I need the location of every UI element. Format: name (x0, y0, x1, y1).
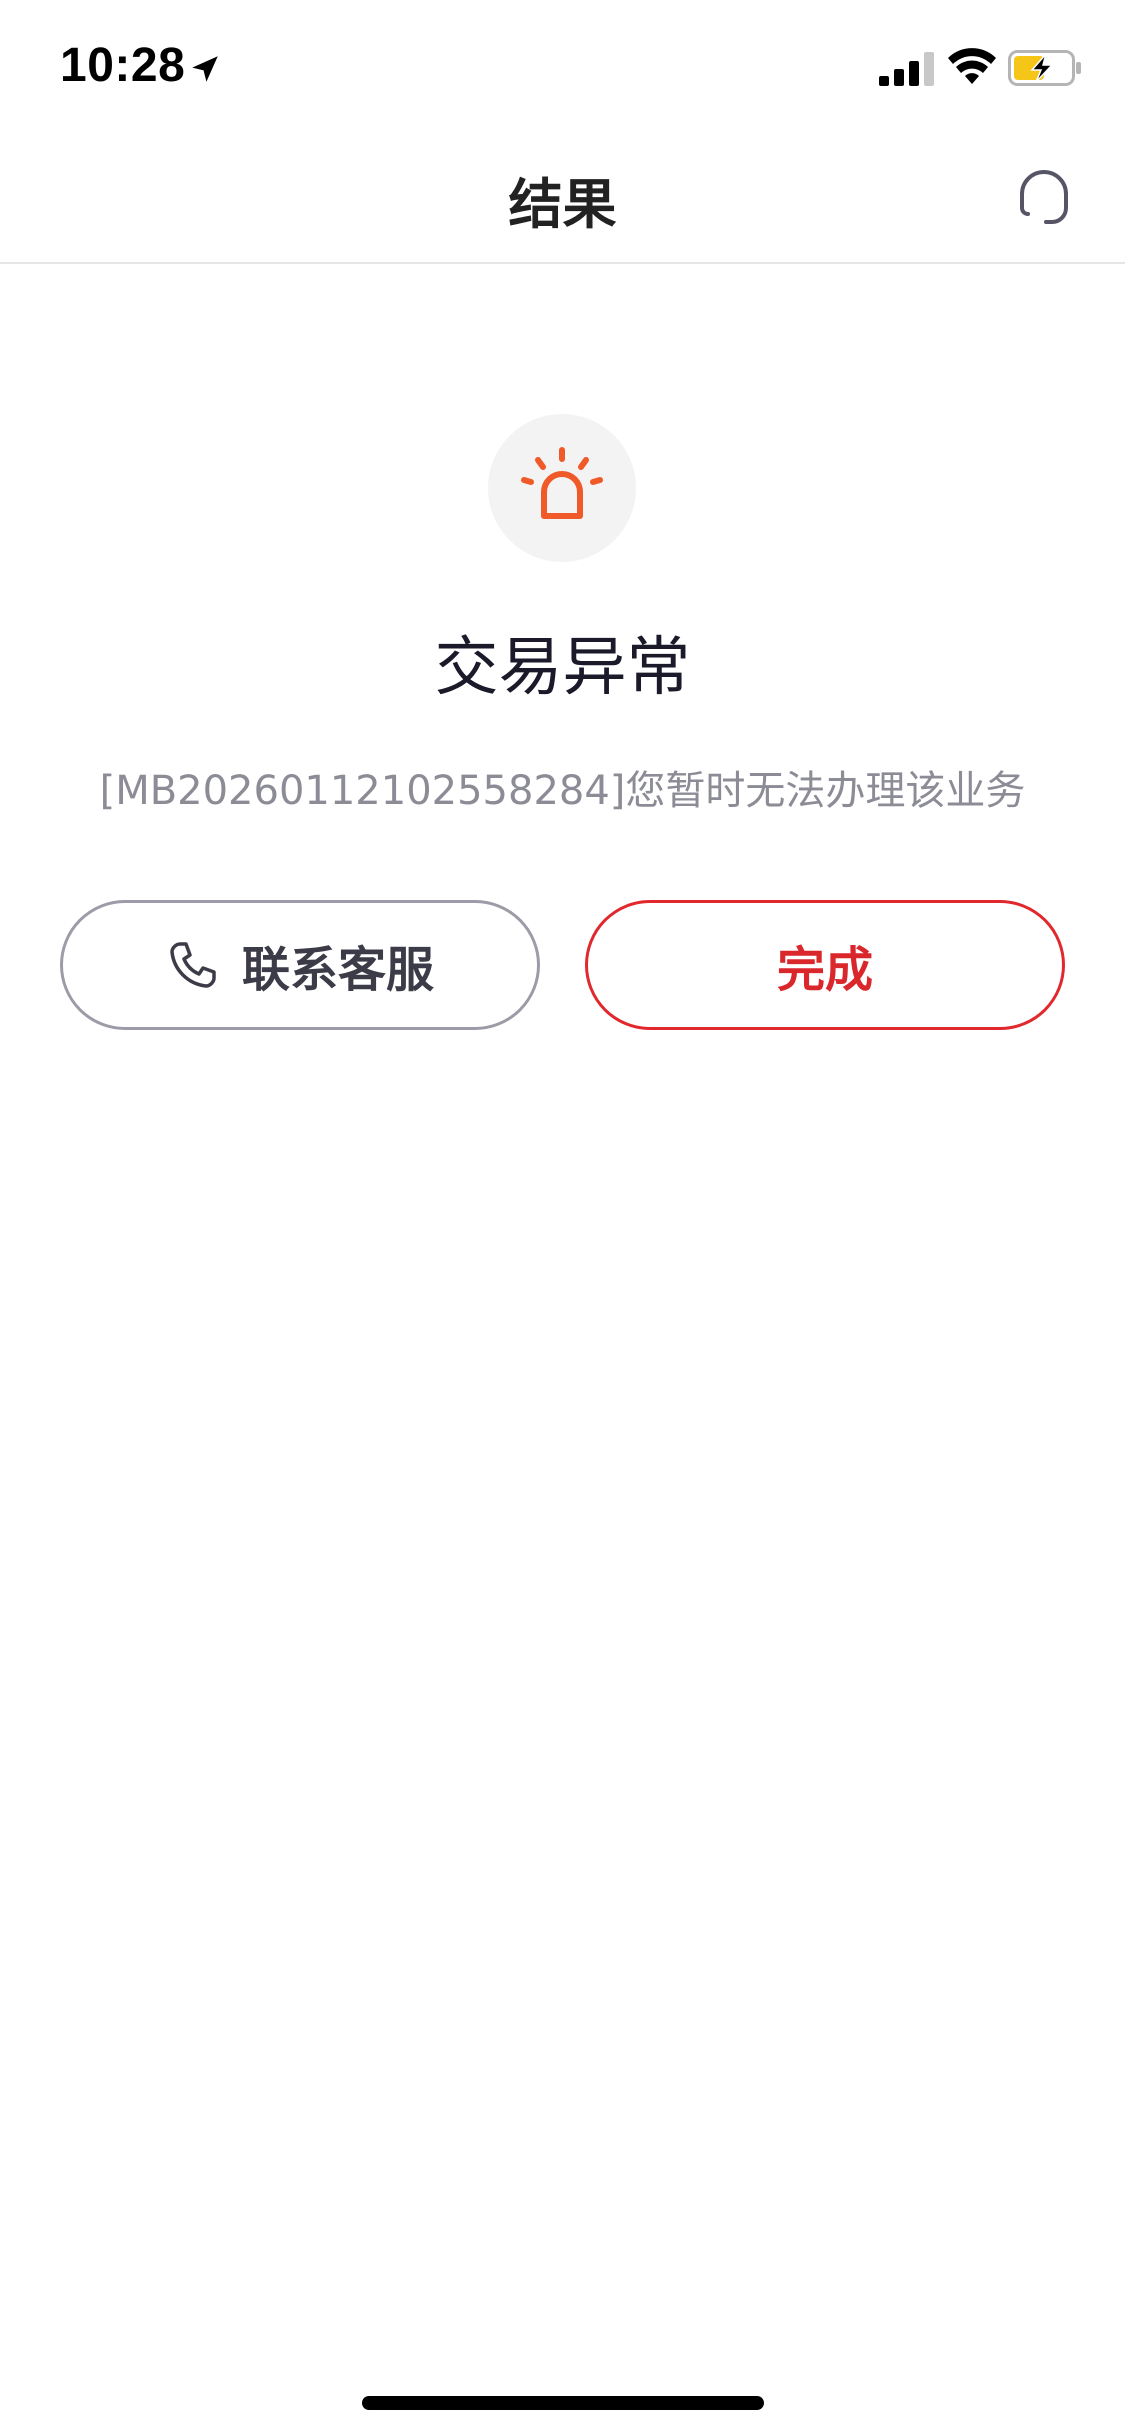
result-message: [MB20260112102558284]您暂时无法办理该业务 (99, 768, 1026, 814)
result-title: 交易异常 (434, 631, 691, 705)
page-title: 结果 (508, 173, 617, 236)
status-icon-circle (488, 414, 636, 562)
done-label: 完成 (776, 942, 873, 998)
result-screen: 10:28 结果 交易异常 [MB20260112102558284]您暂时无法… (0, 0, 1125, 2436)
done-button[interactable]: 完成 (585, 900, 1065, 1030)
status-time: 10:28 (60, 39, 186, 92)
home-indicator[interactable] (362, 2396, 764, 2410)
contact-support-button[interactable]: 联系客服 (60, 900, 540, 1030)
status-bar: 10:28 (0, 0, 1125, 132)
cellular-signal-icon (879, 52, 934, 86)
navigation-bar: 结果 (0, 132, 1125, 264)
location-arrow-icon (192, 56, 218, 82)
customer-service-headset-icon[interactable] (1010, 164, 1078, 232)
wifi-icon (948, 48, 996, 84)
alarm-siren-icon (521, 447, 603, 519)
phone-icon (170, 942, 216, 988)
contact-support-label: 联系客服 (241, 942, 434, 998)
battery-charging-icon (1008, 50, 1081, 86)
